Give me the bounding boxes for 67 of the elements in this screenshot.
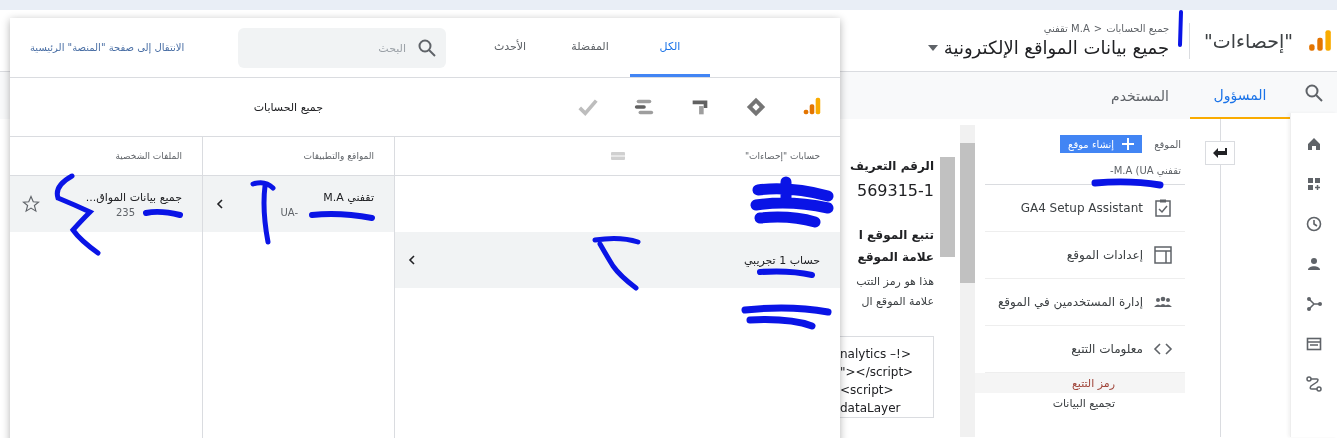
code-line: nalytics –!> [840, 346, 912, 363]
breadcrumb-separator: > [1093, 23, 1103, 34]
menu-item[interactable]: GA4 Setup Assistant [985, 185, 1185, 232]
menu-item[interactable]: إعدادات الموقع [985, 232, 1185, 279]
filter-tab[interactable]: المفضلة [550, 18, 630, 77]
bar-chart-logo [1307, 27, 1333, 54]
search-field[interactable]: البحث [238, 28, 446, 68]
item-id: UA- [280, 206, 298, 218]
submenu-item[interactable]: رمز التتبع [975, 373, 1185, 393]
diamond-icon[interactable] [745, 96, 767, 118]
code-line: dataLayer [840, 400, 902, 417]
item-name: تقفني M.A [322, 190, 374, 204]
scope-label: جميع الحسابات [253, 100, 323, 114]
pen-scribble [143, 208, 183, 218]
tracking-id: 569315-1 [855, 181, 934, 200]
menu-item-label: GA4 Setup Assistant [1020, 201, 1143, 215]
dropdown-caret-icon[interactable] [927, 44, 938, 51]
menu-item-label: إدارة المستخدمين في الموقع [998, 295, 1143, 309]
view-title[interactable]: جميع بيانات المواقع الإلكترونية [943, 37, 1170, 58]
clock-icon[interactable] [1305, 215, 1323, 234]
breadcrumb-link[interactable]: جميع الحسابات [1106, 23, 1170, 34]
chevron-left-icon [407, 255, 417, 265]
pen-scribble [250, 180, 276, 245]
section-heading: تتبع الموقع ا [857, 228, 934, 242]
pen-scribble [757, 268, 815, 278]
platform-home-link[interactable]: الانتقال إلى صفحة "المنصة" الرئيسية [10, 42, 185, 53]
search-icon [418, 39, 436, 57]
section-heading: الرقم التعريف [848, 159, 934, 173]
create-property-button[interactable]: إنشاء موقع [1060, 135, 1143, 153]
search-icon[interactable] [1304, 83, 1323, 102]
menu-item-label: معلومات التتبع [1071, 342, 1143, 356]
menu-item[interactable]: إدارة المستخدمين في الموقع [985, 279, 1185, 326]
clipboard-check-icon [1153, 198, 1173, 218]
submenu-item[interactable]: تجميع البيانات [975, 393, 1185, 413]
chevron-left-icon [215, 199, 225, 209]
filter-tab[interactable]: الأحدث [470, 18, 550, 77]
scrollbar-thumb[interactable] [940, 157, 955, 257]
property-selector[interactable]: تقفني M.A (UA- [985, 153, 1185, 185]
description-text: علامة الموقع ال [860, 294, 934, 310]
star-icon[interactable] [22, 195, 40, 213]
item-id: 235 [115, 206, 135, 218]
code-line: <script> [840, 382, 895, 399]
pen-scribble [592, 235, 641, 291]
column-header: حسابات "إحصاءات" [745, 151, 820, 161]
breadcrumb-link[interactable]: تقفني M.A [1043, 23, 1090, 34]
item-name: حساب 1 تجريبي [743, 253, 820, 267]
column-header: المواقع والتطبيقات [303, 151, 374, 161]
menu-item-label: إعدادات الموقع [1066, 248, 1143, 262]
description-text: هذا هو رمز التتب [855, 274, 934, 290]
column-header: الملفات الشخصية [115, 151, 182, 161]
layout-icon [1153, 245, 1173, 265]
back-button[interactable] [1205, 141, 1235, 165]
item-name: جميع بيانات المواق... [85, 190, 182, 204]
section-heading: علامة الموقع [856, 250, 934, 264]
branch-icon[interactable] [1305, 295, 1323, 314]
column-label: الموقع [1154, 138, 1181, 150]
list-row[interactable]: حساب 1 تجريبي [395, 232, 840, 288]
app-name: "إحصاءات" [1204, 29, 1293, 52]
route-icon[interactable] [1305, 375, 1323, 394]
filter-tab[interactable]: الكل [630, 18, 710, 77]
back-arrow-icon [1213, 148, 1227, 158]
code-line: "></script> [840, 364, 915, 381]
pen-scribble [309, 211, 375, 221]
pen-scribble [1178, 10, 1183, 47]
admin-tab[interactable]: المستخدم [1090, 72, 1190, 119]
plus-icon [1122, 138, 1135, 150]
scrollbar-thumb[interactable] [960, 143, 975, 283]
